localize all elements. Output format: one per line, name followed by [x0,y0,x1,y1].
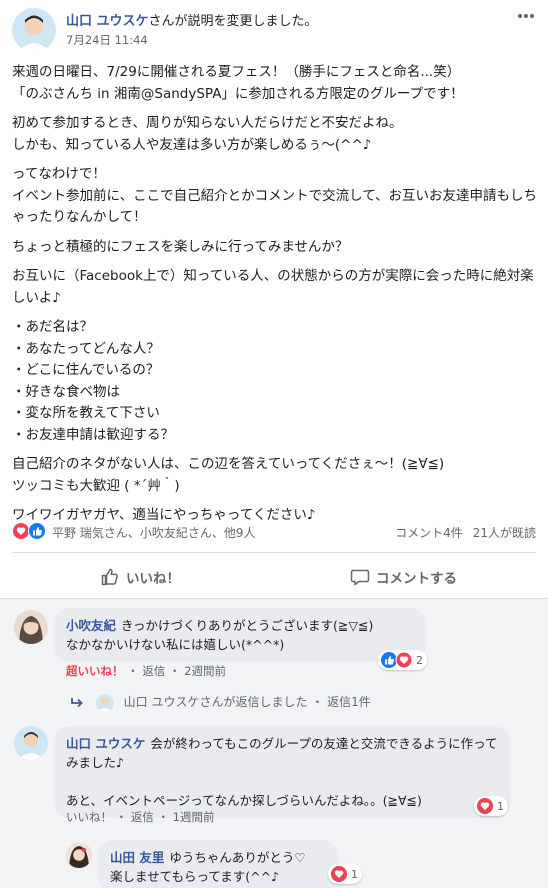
love-icon [477,798,493,814]
reply-count: 返信1件 [327,695,371,709]
post-paragraph: お互いに（Facebook上で）知っている人、の状態からの方が実際に会った時に絶… [12,268,534,306]
reaction-stats: コメント4件 21人が既読 [385,524,536,541]
post-paragraph: 初めて参加するとき、周りが知らない人だらけだと不安だよね。 しかも、知っている人… [12,115,403,153]
like-button[interactable]: いいね！ [100,562,180,592]
comment-bubble: 山口 ユウスケ 会が終わってもこのグループの友達と交流できるように作ってみました♪… [54,726,510,818]
reply-author: 山口 ユウスケ [123,695,200,709]
comment-reaction-count: 2 [416,653,423,667]
post-header: 山口 ユウスケさんが説明を変更しました。 7月24日 11:44 [12,8,536,54]
post-author-line: 山口 ユウスケさんが説明を変更しました。 [66,10,318,29]
author-avatar[interactable] [12,8,56,52]
comment-age[interactable]: 1週間前 [173,810,215,824]
reply-link[interactable]: 返信 [142,664,165,678]
post-author-name[interactable]: 山口 ユウスケ [66,14,149,29]
commenter-avatar[interactable] [14,610,48,644]
comment-icon [350,569,370,586]
seen-count[interactable]: 21人が既読 [473,526,536,540]
reactions-bar: 平野 瑞気さん、小吹友紀さん、他9人 コメント4件 21人が既読 [12,520,536,544]
comment-button[interactable]: コメントする [350,562,457,592]
reply-author-avatar [95,693,114,712]
like-icon [101,568,118,586]
divider [12,552,536,553]
more-icon[interactable] [516,10,536,22]
post-body: 来週の日曜日、7/29に開催される夏フェス！（勝手にフェスと命名...笑） 「の… [12,62,538,527]
comment-reactions[interactable]: 1 [474,796,508,816]
comments-section: 小吹友紀 きっかけづくりありがとうございます(≧▽≦) なかなかいけない私には嬉し… [0,598,548,888]
comment-age[interactable]: 2週間前 [184,664,226,678]
commenter-name[interactable]: 山田 友里 [110,850,164,865]
reaction-names[interactable]: 平野 瑞気さん、小吹友紀さん、他9人 [52,524,255,541]
comment-bubble: 小吹友紀 きっかけづくりありがとうございます(≧▽≦) なかなかいけない私には嬉し… [54,608,426,662]
commenter-name[interactable]: 山口 ユウスケ [66,736,145,751]
post-paragraph: ちょっと積極的にフェスを楽しみに行ってみませんか？ [12,238,349,255]
commenter-avatar[interactable] [66,842,92,868]
love-icon [395,651,413,669]
like-button-label: いいね！ [126,571,180,587]
post-paragraph: 来週の日曜日、7/29に開催される夏フェス！（勝手にフェスと命名...笑） 「の… [12,64,464,102]
comment-button-label: コメントする [376,571,457,587]
comment-meta: いいね！ ・ 返信 ・ 1週間前 [66,810,215,824]
comment-count[interactable]: コメント4件 [395,526,463,540]
reply-link[interactable]: 返信 [131,810,154,824]
love-icon [12,522,30,540]
post-timestamp[interactable]: 7月24日 11:44 [66,32,148,48]
comment-meta: 超いいね！ ・ 返信 ・ 2週間前 [66,664,226,678]
divider [0,598,548,599]
reaction-icons[interactable] [12,522,48,540]
post-paragraph: ってなわけで！ イベント参加前に、ここで自己紹介とかコメントで交流して、お互いお… [12,166,538,225]
comment-reaction-count: 1 [351,867,358,881]
comment-reactions[interactable]: 1 [328,864,362,884]
post-question-list: ・あだ名は？ ・あなたってどんな人？ ・どこに住んでいるの？ ・好きな食べ物は … [12,319,174,443]
like-icon [28,522,46,540]
comment-bubble: 山田 友里 ゆうちゃんありがとう♡ 楽しませてもらってます(^^♪ [98,840,338,888]
super-like-link[interactable]: 超いいね！ [66,664,124,678]
love-icon [331,866,347,882]
reply-summary[interactable]: 山口 ユウスケさんが返信しました ・ 返信1件 [70,693,371,712]
comment-reaction-count: 1 [497,799,504,813]
commenter-avatar[interactable] [14,726,48,760]
post-paragraph: 自己紹介のネタがない人は、この辺を答えていってくださぇ～！(≧∀≦) ツッコミも… [12,456,445,494]
reply-arrow-icon [71,697,83,707]
comment-reactions[interactable]: 2 [378,650,427,670]
like-link[interactable]: いいね！ [66,810,112,824]
commenter-name[interactable]: 小吹友紀 [66,618,116,633]
post-action-text: さんが説明を変更しました。 [148,14,318,29]
